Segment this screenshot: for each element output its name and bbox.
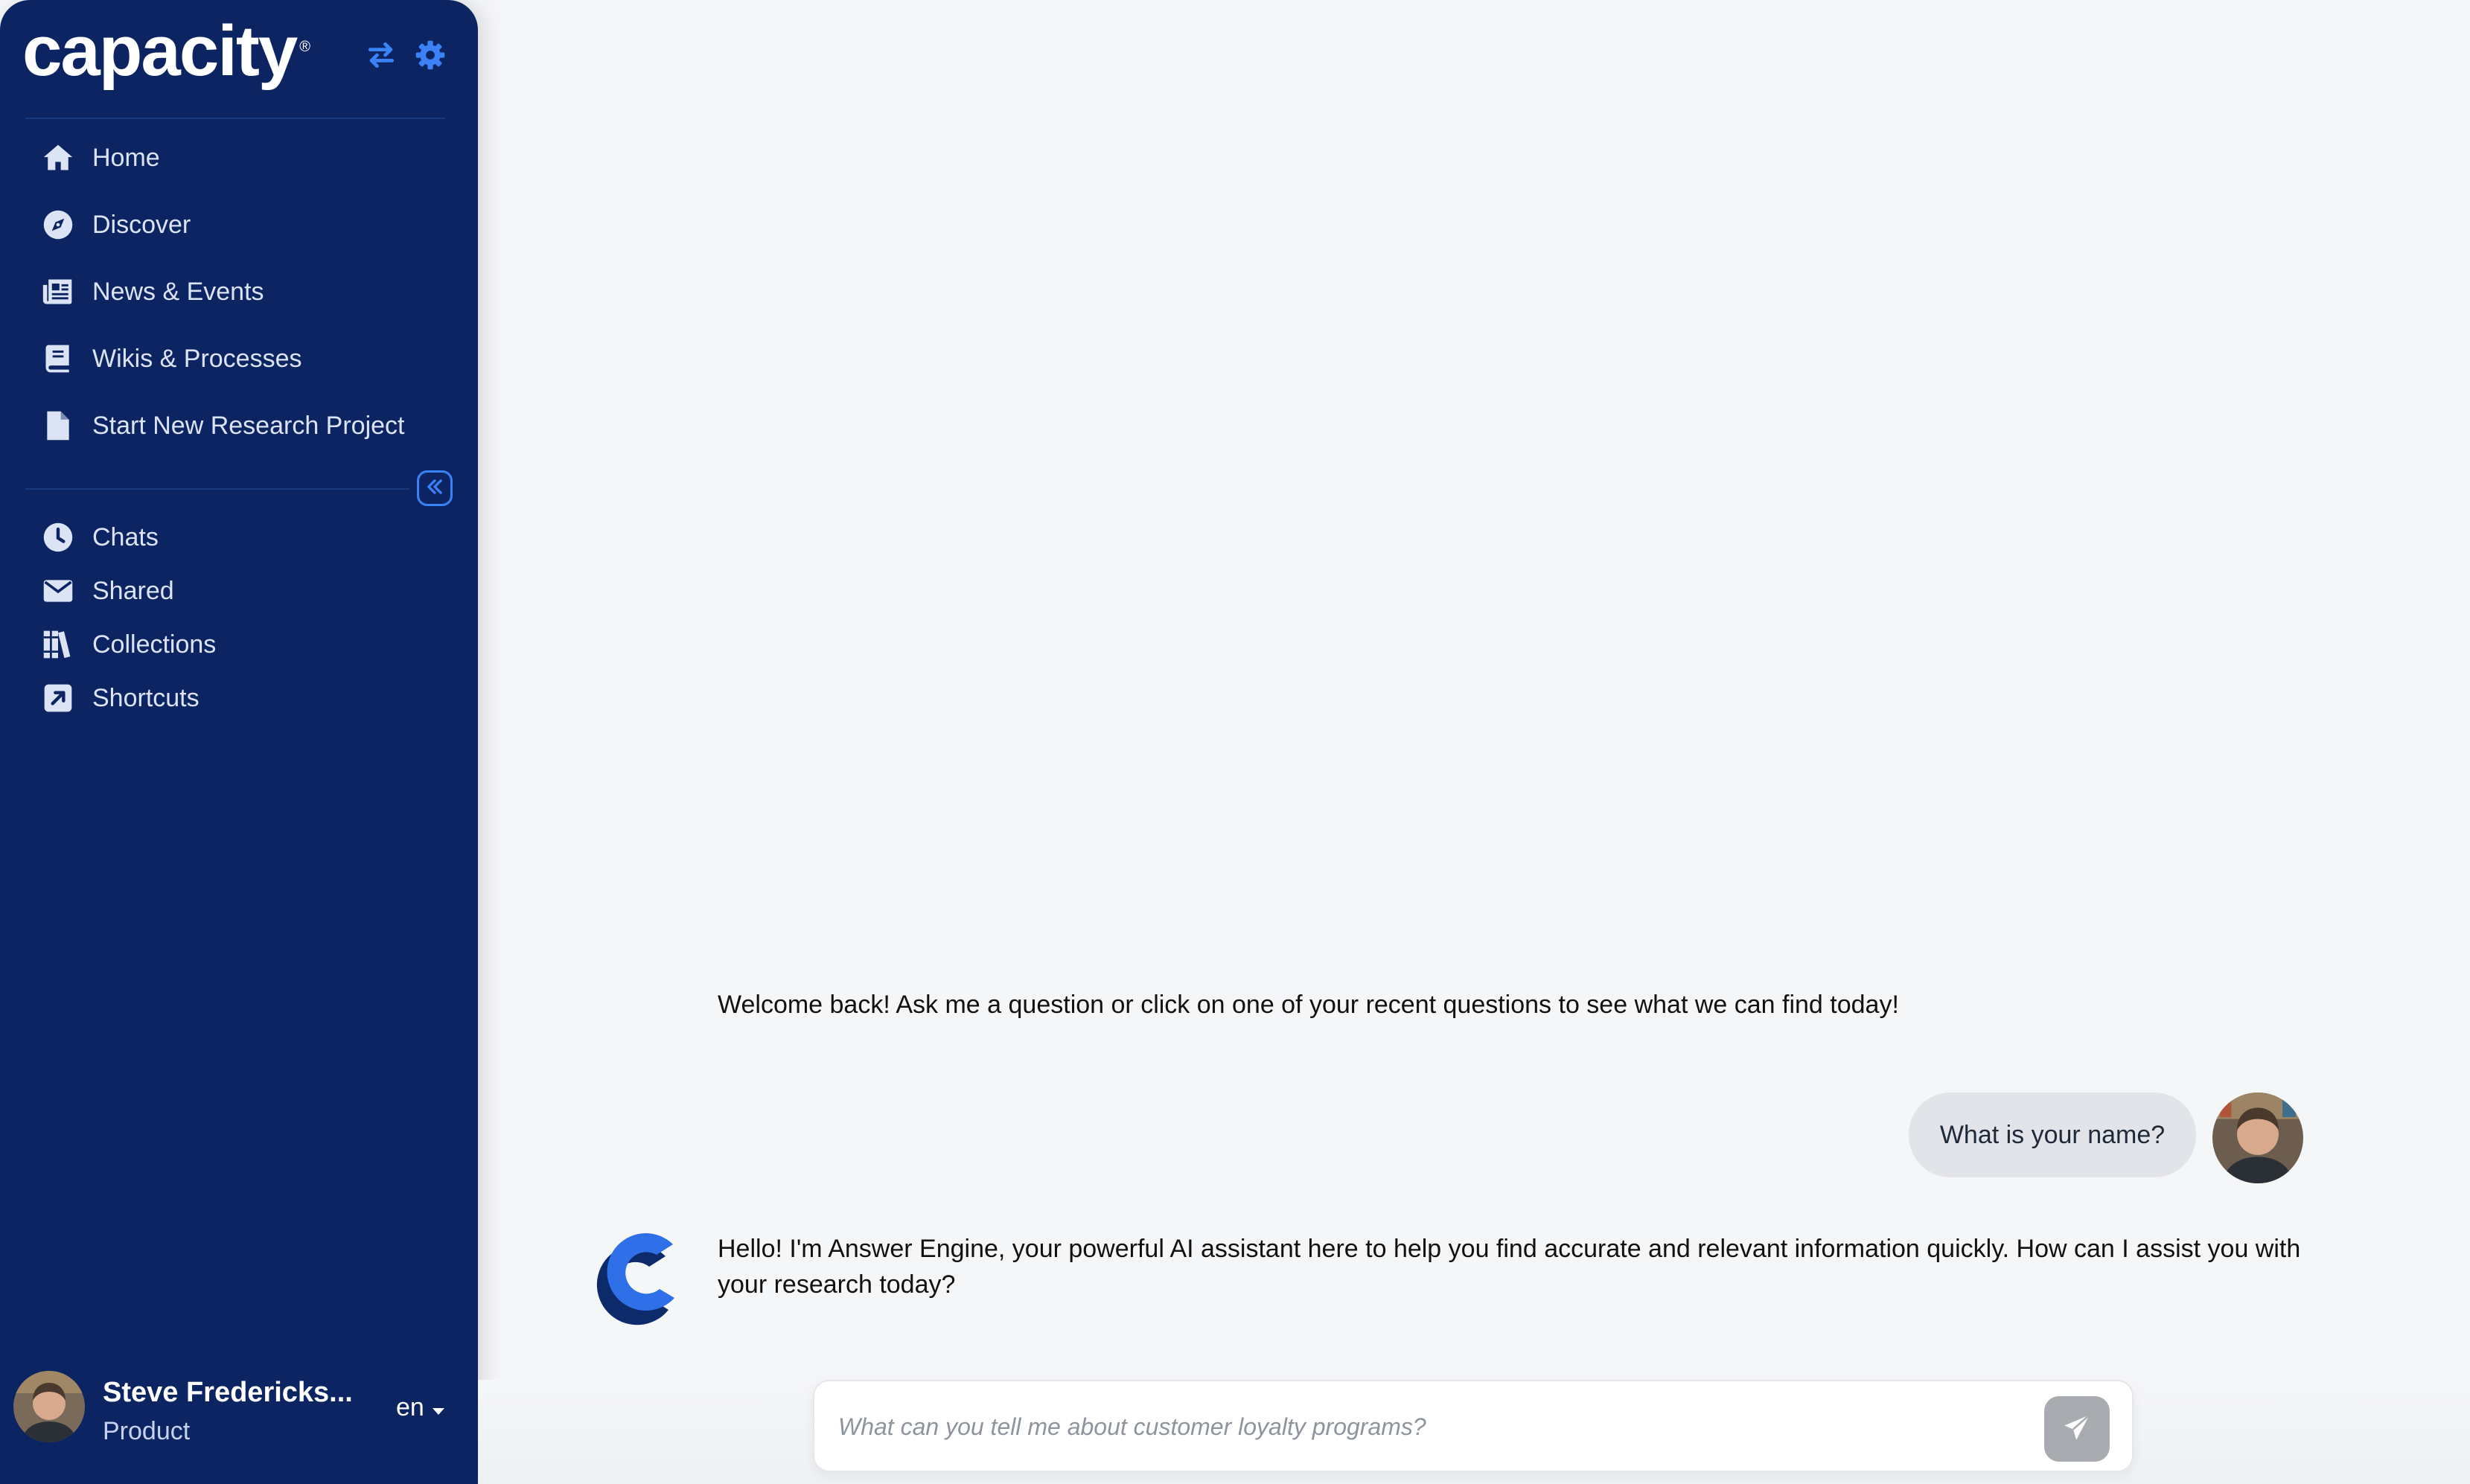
sidebar-item-collections[interactable]: Collections (42, 622, 216, 667)
sidebar-item-label: Discover (92, 210, 191, 239)
sidebar-item-wikis-processes[interactable]: Wikis & Processes (42, 336, 302, 381)
capacity-logo[interactable]: capacity ® (22, 12, 310, 91)
sidebar: capacity ® Home Discover News & Events W… (0, 0, 478, 1484)
sidebar-item-discover[interactable]: Discover (42, 202, 191, 247)
file-icon (42, 409, 74, 442)
library-icon (42, 628, 74, 661)
double-chevron-left-icon (424, 476, 445, 501)
sidebar-divider-top (25, 118, 445, 119)
clock-icon (42, 521, 74, 554)
chat-input[interactable] (837, 1404, 2001, 1450)
bot-message: Hello! I'm Answer Engine, your powerful … (718, 1235, 2301, 1299)
user-message-bubble: What is your name? (1909, 1093, 2196, 1177)
sidebar-item-shared[interactable]: Shared (42, 569, 174, 613)
sidebar-item-start-research[interactable]: Start New Research Project (42, 403, 405, 448)
welcome-message: Welcome back! Ask me a question or click… (718, 991, 1899, 1019)
sidebar-divider-middle (25, 488, 409, 490)
sidebar-item-label: Wikis & Processes (92, 344, 302, 373)
sidebar-item-news-events[interactable]: News & Events (42, 269, 264, 314)
gear-icon[interactable] (414, 39, 447, 71)
language-selector[interactable]: en (396, 1393, 445, 1422)
home-icon (42, 141, 74, 174)
language-label: en (396, 1393, 424, 1421)
paper-plane-icon (2062, 1413, 2092, 1446)
collapse-sidebar-button[interactable] (417, 470, 453, 506)
envelope-icon (42, 575, 74, 607)
avatar (13, 1371, 85, 1442)
send-button[interactable] (2044, 1396, 2110, 1462)
sidebar-item-label: Collections (92, 630, 217, 659)
sidebar-item-label: Chats (92, 522, 159, 551)
sidebar-item-chats[interactable]: Chats (42, 515, 159, 560)
sidebar-item-label: Home (92, 143, 160, 172)
sidebar-item-shortcuts[interactable]: Shortcuts (42, 676, 200, 720)
registered-mark: ® (299, 39, 310, 55)
user-profile[interactable]: Steve Fredericks... Product en (13, 1371, 467, 1453)
sidebar-item-label: News & Events (92, 277, 264, 306)
swap-arrows-icon[interactable] (365, 39, 398, 71)
sidebar-item-label: Shortcuts (92, 683, 200, 712)
compass-icon (42, 208, 74, 241)
answer-engine-logo-icon (585, 1226, 682, 1326)
user-role: Product (103, 1417, 191, 1445)
chat-composer (813, 1380, 2134, 1472)
external-link-square-icon (42, 682, 74, 714)
book-icon (42, 342, 74, 375)
user-name: Steve Fredericks... (103, 1377, 353, 1408)
user-message-text: What is your name? (1939, 1120, 2166, 1149)
sidebar-item-home[interactable]: Home (42, 135, 160, 180)
newspaper-icon (42, 275, 74, 308)
caret-down-icon (432, 1393, 445, 1422)
sidebar-item-label: Start New Research Project (92, 411, 405, 440)
user-avatar (2212, 1093, 2303, 1183)
sidebar-item-label: Shared (92, 576, 174, 605)
